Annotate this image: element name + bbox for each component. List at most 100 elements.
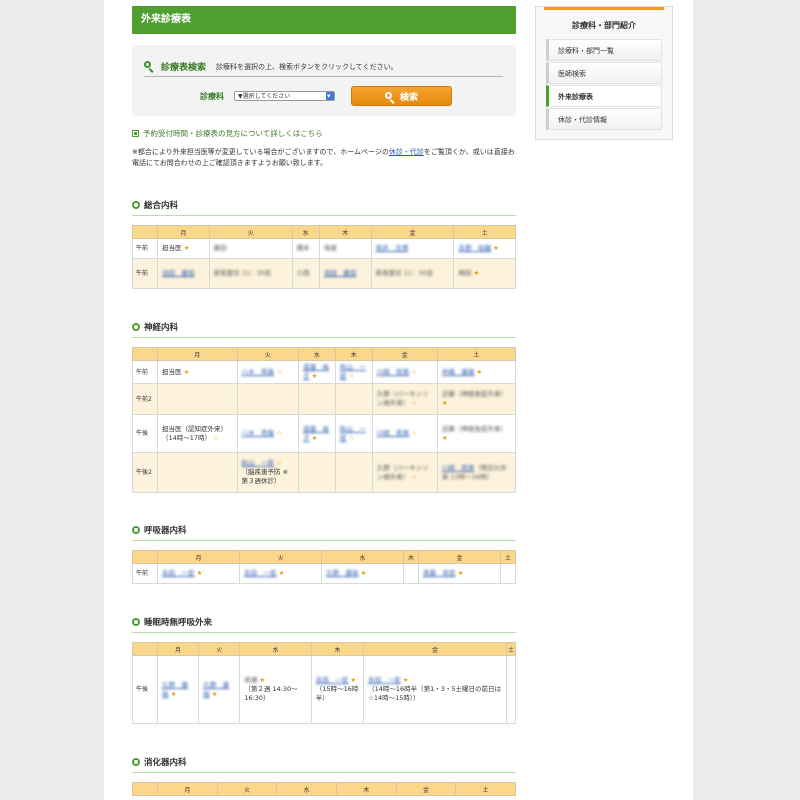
doctor-link[interactable]: 久野 康裕 [326, 569, 359, 577]
sidebar-item-3[interactable]: 休診・代診情報 [546, 108, 662, 130]
schedule-cell: 八木 秀雄 ☆ [236, 360, 299, 384]
time-slot: 午前 [132, 563, 158, 584]
page-title: 外来診療表 [132, 6, 516, 34]
department-select[interactable]: ▼選択してください [234, 91, 335, 101]
day-header: 木 [335, 782, 397, 796]
search-panel: 診療表検索 診療科を選択の上、検索ボタンをクリックしてください。 診療科 ▼選択… [132, 45, 516, 116]
star-icon: ★ [441, 399, 448, 407]
schedule-cell: 藤田 [208, 238, 293, 259]
schedule-table: 月火水木金土午後 久野 康裕 ★ 久野 康裕 ★ 岩瀬 ★ （第２週 14:30〜16:… [132, 642, 517, 724]
doctor-link[interactable]: 永田 一宏 [316, 676, 349, 684]
star-icon: ★ [455, 569, 464, 577]
sidebar-item-0[interactable]: 診療科・部門一覧 [546, 39, 662, 61]
department-select-value: ▼選択してください [238, 93, 291, 100]
search-button[interactable]: 検索 [351, 86, 452, 106]
schedule-cell: 永田 一宏 ★ [156, 563, 241, 584]
day-header: 木 [318, 225, 372, 239]
closure-info-link[interactable]: 休診・代診 [389, 148, 424, 156]
schedule-cell: 川崎 照美 ☆ [371, 414, 438, 453]
star-icon: ★ [490, 244, 499, 252]
schedule-cell [157, 383, 238, 415]
day-header: 金 [371, 347, 438, 361]
schedule-cell: 新坂霊任 11：30迄 [208, 258, 293, 289]
day-header: 水 [291, 225, 320, 239]
schedule-cell: 新坂霊任 11：30迄 [370, 258, 455, 289]
day-header: 火 [198, 642, 241, 656]
doctor-link[interactable]: 八木 秀雄 [242, 368, 275, 376]
cell-note: （第２週 14:30〜16:30） [244, 685, 298, 702]
doctor-link[interactable]: 川崎 照美 [377, 429, 410, 437]
star-icon: ☆ [274, 429, 282, 437]
schedule-cell [334, 383, 373, 415]
doctor-link[interactable]: 永田 一宏 [368, 676, 401, 684]
day-header: 金 [370, 225, 455, 239]
schedule-cell [403, 563, 419, 584]
time-slot: 午前2 [132, 383, 158, 415]
doctor-link[interactable]: 池田 慶但 [162, 269, 195, 277]
schedule-cell [334, 452, 373, 493]
search-title: 診療表検索 [161, 63, 207, 73]
day-header: 水 [276, 782, 337, 796]
schedule-cell: 久野 康裕 ★ [321, 563, 405, 584]
star-icon: ★ [209, 689, 218, 698]
schedule-cell [500, 563, 516, 584]
department-heading: 消化器内科 [132, 755, 516, 773]
star-icon: ★ [358, 569, 367, 577]
star-icon: ☆ [409, 429, 418, 437]
circle-bullet-icon [132, 758, 140, 766]
schedule-table: 月火水木金土午前 永田 一宏 ★ 永田 一宏 ★ 久野 康裕 ★ 奥薗 崇宏 ★ [132, 550, 516, 584]
schedule-cell: 渡邉 裕子 ★ [297, 414, 336, 453]
doctor-link[interactable]: 川崎 照美 [377, 368, 410, 376]
search-header: 診療表検索 診療科を選択の上、検索ボタンをクリックしてください。 [144, 57, 503, 77]
search-icon [144, 60, 156, 73]
day-header: 火 [239, 550, 323, 564]
reservation-info-link[interactable]: 予約受付時間・診療表の見方について詳しくはこちら [132, 128, 516, 139]
star-icon: ☆ [409, 472, 418, 481]
schedule-cell: 八木 秀雄 ☆ [236, 414, 299, 453]
table-row: 午後 久野 康裕 ★ 久野 康裕 ★ 岩瀬 ★ （第２週 14:30〜16:30） 永田 … [132, 655, 517, 724]
doctor-name: 久野（パーキンソン病外来） [376, 463, 429, 481]
doctor-link[interactable]: 秋山 一郎 [242, 459, 275, 467]
doctor-link[interactable]: 川崎 照美 [442, 464, 475, 472]
sidebar-box: 診療科・部門紹介 診療科・部門一覧 医師検索 外来診療表 休診・代診情報 [535, 6, 673, 140]
department-label: 診療科 [200, 91, 224, 101]
sidebar-item-1[interactable]: 医師検索 [546, 62, 662, 84]
doctor-name: 近藤（神経免疫外来） [441, 424, 507, 433]
time-slot: 午後 [132, 655, 158, 724]
main-column: 外来診療表 診療表検索 診療科を選択の上、検索ボタンをクリックしてください。 診… [132, 0, 517, 796]
doctor-link[interactable]: 八木 秀雄 [242, 429, 275, 437]
doctor-name: 岩瀬 [244, 676, 258, 684]
notice-text: ※都合により外来担当医等が変更している場合がございますので、ホームページの休診・… [132, 147, 516, 169]
doctor-link[interactable]: 奥薗 崇宏 [423, 569, 456, 577]
doctor-name: 新坂霊任 11：30迄 [213, 269, 272, 277]
star-icon: ★ [309, 372, 318, 380]
day-header: 木 [310, 642, 365, 656]
doctor-link[interactable]: 鳥井 文博 [376, 244, 409, 252]
schedule-cell: 渡邉 裕子 ★ [297, 360, 336, 384]
circle-bullet-icon [132, 618, 140, 626]
doctor-link[interactable]: 池田 慶但 [324, 269, 357, 277]
bullet-icon [132, 130, 139, 137]
time-slot: 午前 [132, 360, 158, 384]
cell-text: 担当医 [162, 244, 182, 252]
day-header: 月 [157, 347, 238, 361]
doctor-link[interactable]: 仲嶋 康雄 [442, 368, 475, 376]
doctor-link[interactable]: 永田 一宏 [244, 569, 277, 577]
star-icon: ★ [474, 367, 483, 376]
doctor-link[interactable]: 永田 一宏 [162, 569, 195, 577]
schedule-cell: 永田 一宏 ★ [239, 563, 323, 584]
star-icon: ★ [181, 367, 190, 376]
cell-note: （14時〜16時半（第1・3・5土曜日の前日は☆14時〜15時）） [368, 685, 502, 702]
schedule-cell: 久野（パーキンソン病外来） ☆ [371, 383, 438, 415]
cell-text: 担当医 [162, 367, 182, 376]
doctor-link[interactable]: 永野 佑輔 [458, 244, 491, 252]
star-icon: ★ [181, 244, 190, 252]
department-name: 睡眠時無呼吸外来 [144, 618, 213, 628]
day-header: 金 [417, 550, 502, 564]
sidebar-item-2[interactable]: 外来診療表 [546, 85, 662, 107]
schedule-cell [505, 655, 517, 724]
schedule-cell: 久野（パーキンソン病外来） ☆ [371, 452, 438, 493]
schedule-cell: 近藤（神経免疫外来） ★ [436, 383, 517, 415]
search-button-label: 検索 [399, 92, 418, 103]
schedule-cell: 秋山 一郎 ☆ [334, 360, 373, 384]
